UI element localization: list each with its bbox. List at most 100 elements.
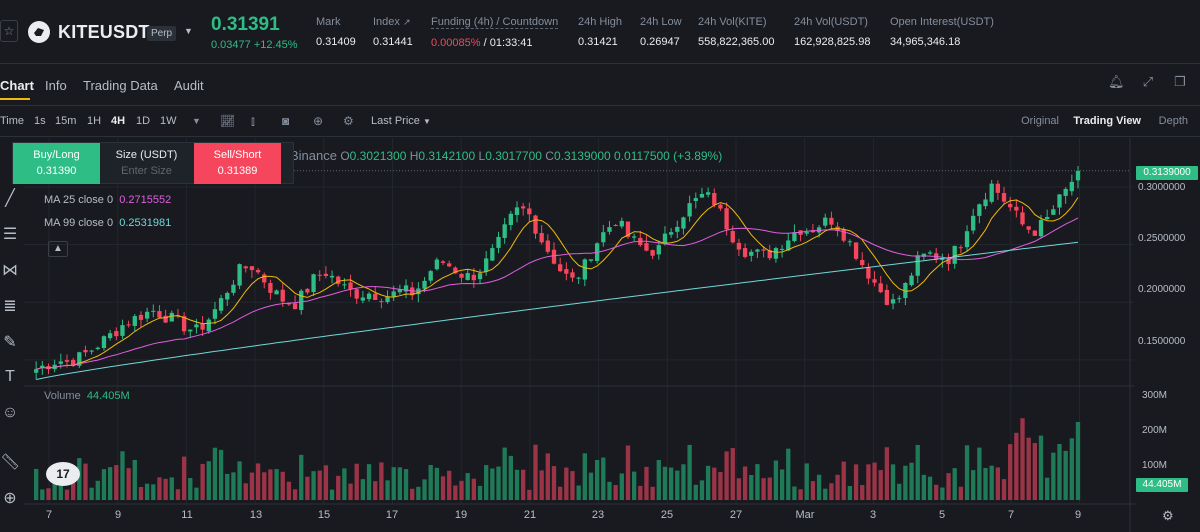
time-tick: 5 xyxy=(938,509,946,521)
ma25-line xyxy=(36,217,1079,370)
size-placeholder: Enter Size xyxy=(121,165,172,177)
candle xyxy=(126,324,131,326)
symbol-dropdown-chevron-icon[interactable]: ▼ xyxy=(184,26,193,36)
popout-icon[interactable]: ❐ xyxy=(1172,74,1188,90)
tab-info[interactable]: Info xyxy=(45,78,67,93)
volume-bar xyxy=(391,467,396,500)
ma25-value: 0.2715552 xyxy=(119,194,172,206)
volume-bar xyxy=(502,447,507,500)
candle xyxy=(169,312,174,322)
volume-bar xyxy=(749,474,754,500)
candle xyxy=(971,215,976,231)
interval-1s[interactable]: 1s xyxy=(34,115,46,127)
brush-tool-icon[interactable]: ✎ xyxy=(0,332,20,352)
volume-bar xyxy=(397,467,403,500)
indicators-icon[interactable]: 📈︎ xyxy=(220,114,235,128)
buy-long-button[interactable]: Buy/Long 0.31390 xyxy=(13,143,100,184)
price-change: 0.03477 +12.45% xyxy=(211,39,298,51)
tradingview-logo[interactable]: 17 xyxy=(46,462,80,486)
fib-tool-icon[interactable]: ≣ xyxy=(0,296,20,316)
tab-trading-data[interactable]: Trading Data xyxy=(83,78,158,93)
bell-icon[interactable]: 🔔︎ xyxy=(1108,74,1125,90)
price-mode-select[interactable]: Last Price ▼ xyxy=(371,115,431,127)
candle xyxy=(989,183,994,202)
view-original[interactable]: Original xyxy=(1021,115,1059,127)
view-trading-view[interactable]: Trading View xyxy=(1073,115,1141,127)
candle xyxy=(631,236,637,238)
chart-settings-gear-icon[interactable]: ⚙ xyxy=(343,114,357,128)
trendline-tool-icon[interactable]: ╱ xyxy=(0,188,20,208)
candle xyxy=(983,199,988,207)
symbol-name[interactable]: KITEUSDT xyxy=(58,22,150,43)
emoji-tool-icon[interactable]: ☺ xyxy=(0,404,20,424)
add-indicator-icon[interactable]: ⊕ xyxy=(313,114,327,128)
candle xyxy=(693,198,698,201)
volume-bar xyxy=(243,483,248,500)
axis-settings-gear-icon[interactable]: ⚙ xyxy=(1162,508,1174,524)
sell-short-button[interactable]: Sell/Short 0.31389 xyxy=(194,143,281,184)
view-depth[interactable]: Depth xyxy=(1159,115,1188,127)
candle xyxy=(151,310,156,312)
volume-bar xyxy=(613,484,618,500)
candle xyxy=(964,231,970,248)
more-intervals-chevron-icon[interactable]: ▼ xyxy=(192,116,206,130)
interval-1h[interactable]: 1H xyxy=(87,115,101,127)
volume-bar xyxy=(181,456,187,500)
ohlc-legend: Binance O0.3021300 H0.3142100 L0.3017700… xyxy=(290,148,722,163)
ruler-tool-icon[interactable]: 📏︎ xyxy=(0,452,20,472)
favorite-star-icon[interactable]: ☆ xyxy=(0,20,18,42)
text-tool-icon[interactable]: T xyxy=(0,368,20,388)
volume-bar xyxy=(1001,479,1007,500)
candle-type-icon[interactable]: ⫾ xyxy=(251,114,265,128)
candle xyxy=(360,297,366,301)
time-tick: 7 xyxy=(1007,509,1015,521)
candlestick-chart[interactable] xyxy=(24,138,1136,532)
price-tick: 0.2000000 xyxy=(1138,284,1186,295)
volume-bar xyxy=(841,461,846,500)
volume-bar xyxy=(514,469,520,500)
interval-15m[interactable]: 15m xyxy=(55,115,76,127)
tab-audit[interactable]: Audit xyxy=(174,78,204,93)
open-label: O xyxy=(340,149,350,163)
candle xyxy=(521,206,526,209)
candle xyxy=(718,204,723,209)
current-volume-tag: 44.405M xyxy=(1136,478,1188,492)
candle xyxy=(249,266,255,271)
size-input[interactable]: Size (USDT) Enter Size xyxy=(100,143,193,184)
candle xyxy=(231,284,236,293)
volume-bar xyxy=(212,447,218,500)
volume-bar xyxy=(545,453,550,500)
candle xyxy=(977,204,982,216)
volume-bar xyxy=(521,469,526,500)
horizontal-lines-tool-icon[interactable]: ☰ xyxy=(0,224,20,244)
candle xyxy=(268,282,273,293)
camera-icon[interactable]: ◙ xyxy=(282,114,296,128)
index-price-stat[interactable]: Index ↗ 0.31441 xyxy=(373,16,413,48)
candle xyxy=(730,231,735,243)
collapse-legend-chevron-up-icon[interactable]: ▲ xyxy=(48,241,68,257)
volume-bar xyxy=(804,463,809,500)
tab-chart[interactable]: Chart xyxy=(0,78,34,93)
volume-bar xyxy=(699,480,705,500)
interval-1d[interactable]: 1D xyxy=(136,115,150,127)
volume-bar xyxy=(465,473,470,500)
volume-value: 44.405M xyxy=(86,390,130,402)
volume-bar xyxy=(379,462,384,500)
interval-4h[interactable]: 4H xyxy=(111,115,125,127)
candle xyxy=(255,269,261,273)
candle xyxy=(860,259,865,266)
interval-1w[interactable]: 1W xyxy=(160,115,177,127)
volume-legend: Volume 44.405M xyxy=(44,390,130,402)
expand-icon[interactable]: ⤢ xyxy=(1140,74,1156,90)
candle xyxy=(1026,226,1031,230)
price-mode-label: Last Price xyxy=(371,115,420,127)
volume-bar xyxy=(360,479,366,500)
candle xyxy=(496,236,501,248)
ma25-label: MA 25 close 0 xyxy=(44,194,114,206)
volume-bar xyxy=(354,463,359,500)
zoom-tool-icon[interactable]: ⊕ xyxy=(0,488,20,508)
volume-bar xyxy=(46,488,51,500)
pattern-tool-icon[interactable]: ⋈ xyxy=(0,260,20,280)
index-label: Index xyxy=(373,16,400,28)
volume-bar xyxy=(675,470,680,500)
